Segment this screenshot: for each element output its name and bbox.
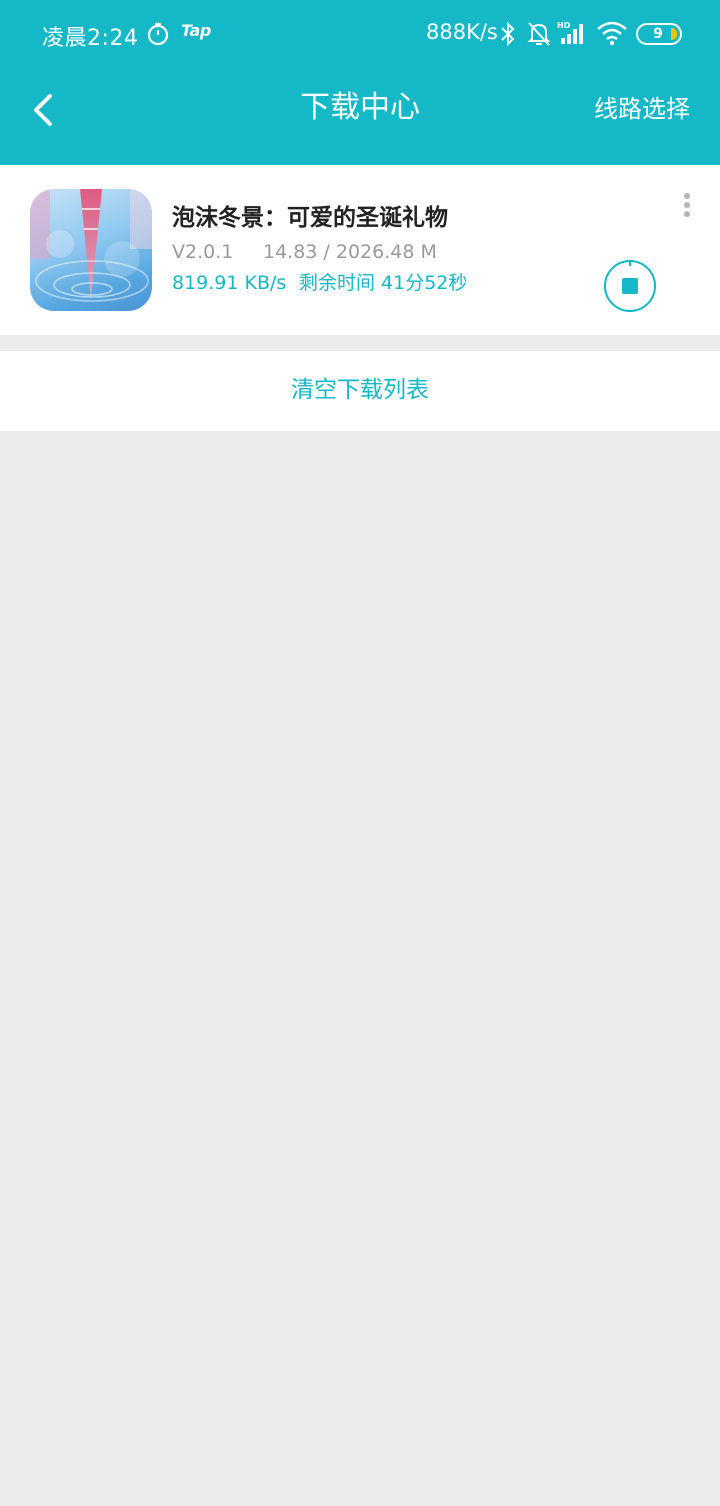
clear-download-list-label: 清空下载列表: [291, 377, 429, 403]
game-app-icon: [30, 189, 152, 311]
app-header: 下载中心 线路选择: [0, 68, 720, 165]
network-speed: 888K/s: [426, 20, 498, 44]
game-title: 泡沫冬景：可爱的圣诞礼物: [172, 205, 448, 231]
game-version: V2.0.1: [172, 241, 234, 263]
more-options-icon[interactable]: [676, 191, 698, 221]
progress-ring-indicator: [629, 260, 631, 266]
timer-icon: [147, 22, 169, 46]
download-item[interactable]: 泡沫冬景：可爱的圣诞礼物 V2.0.1 14.83 / 2026.48 M 81…: [0, 165, 720, 335]
svg-text:HD: HD: [557, 21, 571, 30]
stop-download-button[interactable]: [604, 260, 656, 312]
bluetooth-icon: [501, 21, 515, 47]
route-select-button[interactable]: 线路选择: [594, 92, 690, 126]
status-bar: 凌晨2:24 Tap 888K/s HD 9: [0, 0, 720, 68]
status-time: 凌晨2:24: [42, 26, 139, 51]
tap-app-icon: Tap: [181, 21, 211, 40]
battery-icon: 9: [636, 23, 682, 45]
remaining-time: 剩余时间 41分52秒: [299, 272, 468, 294]
clear-download-list-button[interactable]: 清空下载列表: [0, 351, 720, 431]
wifi-icon: [597, 21, 627, 46]
hd-signal-icon: HD: [557, 21, 583, 44]
download-speed: 819.91 KB/s: [172, 272, 287, 294]
battery-percent: 9: [653, 26, 663, 42]
mute-icon: [527, 22, 551, 46]
download-progress-size: 14.83 / 2026.48 M: [263, 241, 437, 263]
stop-icon: [622, 278, 638, 294]
